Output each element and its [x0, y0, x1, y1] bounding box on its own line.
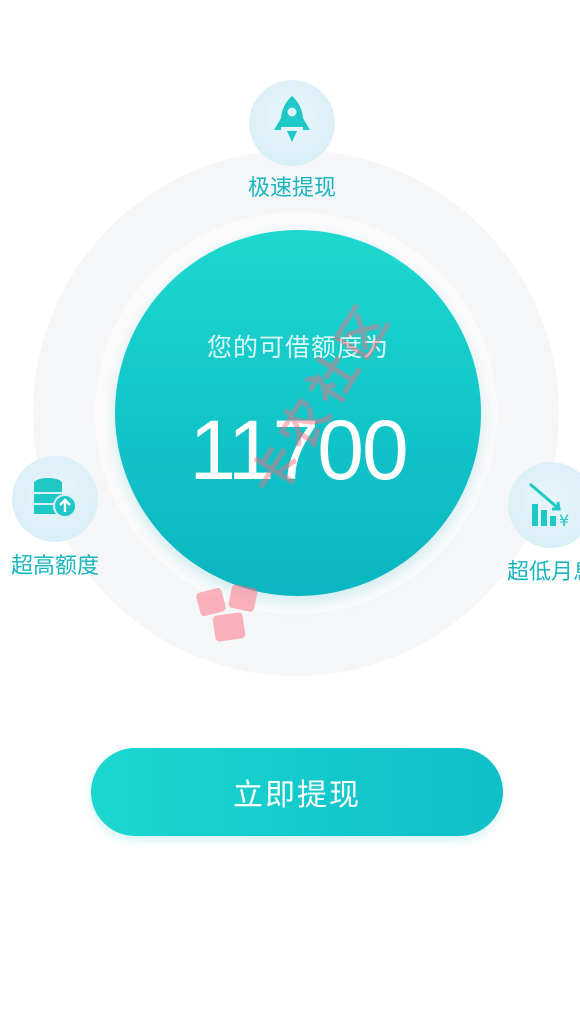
- feature-bubble: ¥: [508, 462, 580, 548]
- feature-fast-withdraw: 极速提现: [232, 80, 352, 202]
- rocket-icon: [274, 96, 310, 142]
- feature-low-interest: ¥ 超低月息: [496, 462, 580, 586]
- svg-text:¥: ¥: [559, 511, 569, 530]
- feature-label: 超高额度: [10, 554, 99, 579]
- feature-bubble: [12, 456, 98, 542]
- bar-chart-yen-icon: ¥: [529, 482, 569, 530]
- feature-bubble: [249, 80, 335, 166]
- feature-label: 超低月息: [506, 560, 580, 585]
- withdraw-now-button[interactable]: 立即提现: [91, 748, 503, 836]
- watermark-logo-icon: [196, 584, 258, 642]
- feature-label: 极速提现: [247, 176, 336, 201]
- feature-high-limit: 超高额度: [0, 456, 110, 580]
- coins-stack-icon: [34, 478, 77, 518]
